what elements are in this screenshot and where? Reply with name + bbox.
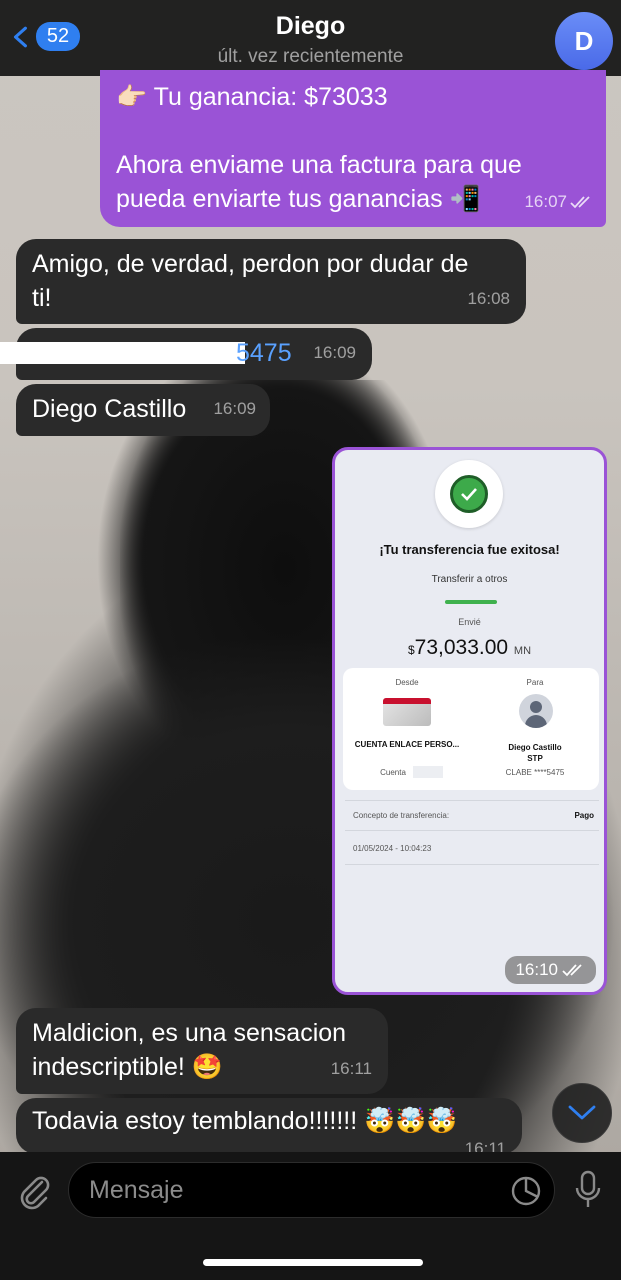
transfer-date: 01/05/2024 - 10:04:23 [353, 844, 432, 853]
user-icon [519, 694, 553, 728]
to-name: Diego Castillo STP [471, 742, 599, 764]
tab-indicator [445, 600, 497, 604]
redaction-bar [413, 766, 443, 778]
concept-label: Concepto de transferencia: [353, 811, 450, 820]
last-seen-status: últ. vez recientemente [217, 46, 404, 67]
currency-code: MN [513, 645, 532, 657]
message-text-line: Maldicion, es una sensacion [32, 1019, 347, 1047]
amount-value: 73,033.00 [414, 636, 509, 659]
from-account-name: CUENTA ENLACE PERSO... [354, 740, 460, 749]
account-number-link[interactable]: 5475 [236, 336, 292, 370]
message-text: Diego Castillo [32, 395, 187, 423]
message-input-placeholder: Mensaje [89, 1175, 184, 1204]
message-bubble-incoming[interactable]: Amigo, de verdad, perdon por dudar de ti… [16, 239, 526, 324]
message-time: 16:09 [213, 399, 256, 418]
bank-card-icon [383, 698, 431, 726]
chevron-down-icon [568, 1105, 596, 1120]
message-bubble-incoming[interactable]: Todavia estoy temblando!!!!!!! 🤯🤯🤯 16:11 [16, 1098, 522, 1158]
chat-header: 52 Diego últ. vez recientemente D [0, 0, 621, 76]
receipt-title: ¡Tu transferencia fue exitosa! [379, 542, 560, 557]
message-time: 16:11 [330, 1059, 372, 1078]
sent-label: Envié [458, 617, 481, 627]
image-message-receipt[interactable]: ¡Tu transferencia fue exitosa! Transferi… [332, 447, 607, 995]
to-clabe: CLABE ****5475 [505, 768, 565, 777]
home-indicator [203, 1259, 423, 1266]
message-time: 16:09 [313, 343, 356, 362]
to-column: Para Diego Castillo STP CLABE ****5475 [471, 668, 599, 790]
message-time: 16:10 [515, 960, 558, 979]
from-column: Desde CUENTA ENLACE PERSO... Cuenta [343, 668, 471, 790]
message-text-line: Amigo, de verdad, perdon por dudar de [32, 250, 469, 278]
success-badge [435, 460, 503, 528]
message-text-line: pueda enviarte tus ganancias 📲 [116, 185, 481, 213]
message-bubble-incoming[interactable]: Maldicion, es una sensacion indescriptib… [16, 1008, 388, 1094]
to-bank-text: STP [527, 754, 543, 763]
message-bubble-incoming[interactable]: 5475 16:09 [0, 328, 372, 380]
to-label: Para [526, 678, 544, 687]
check-icon [450, 475, 488, 513]
from-label: Desde [395, 678, 419, 687]
avatar[interactable]: D [555, 12, 613, 70]
message-text-line: 👉🏻 Tu ganancia: $73033 [116, 83, 388, 111]
receipt-subtitle: Transferir a otros [431, 574, 508, 585]
divider [345, 830, 599, 831]
message-bubble-outgoing[interactable]: 👉🏻 Tu ganancia: $73033 Ahora enviame una… [100, 70, 606, 227]
message-text-line [116, 114, 590, 148]
redaction-bar [0, 342, 245, 364]
paperclip-icon[interactable] [14, 1170, 54, 1210]
to-name-text: Diego Castillo [508, 743, 562, 752]
divider [345, 864, 599, 865]
message-text-line: Ahora enviame una factura para que [116, 151, 522, 179]
double-check-icon [562, 964, 582, 977]
divider [345, 800, 599, 801]
message-text-line: indescriptible! 🤩 [32, 1053, 223, 1081]
microphone-icon[interactable] [572, 1170, 604, 1210]
currency-symbol: $ [407, 643, 415, 657]
scroll-to-bottom-button[interactable] [552, 1083, 612, 1143]
sticker-icon[interactable] [510, 1175, 542, 1207]
message-text: Todavia estoy temblando!!!!!!! 🤯🤯🤯 [32, 1107, 458, 1135]
concept-value: Pago [574, 811, 594, 820]
message-bubble-incoming[interactable]: Diego Castillo 16:09 [16, 384, 270, 436]
transfer-parties-card: Desde CUENTA ENLACE PERSO... Cuenta Para… [343, 668, 599, 790]
message-input[interactable]: Mensaje [68, 1162, 555, 1218]
amount: $73,033.00 MN [335, 636, 604, 660]
message-time: 16:07 [524, 192, 567, 211]
message-text-line: ti! [32, 284, 52, 312]
message-meta: 16:07 [524, 185, 594, 219]
message-time: 16:08 [467, 289, 510, 308]
double-check-icon [570, 196, 590, 209]
image-meta: 16:10 [505, 956, 596, 984]
chat-title[interactable]: Diego [0, 12, 621, 41]
